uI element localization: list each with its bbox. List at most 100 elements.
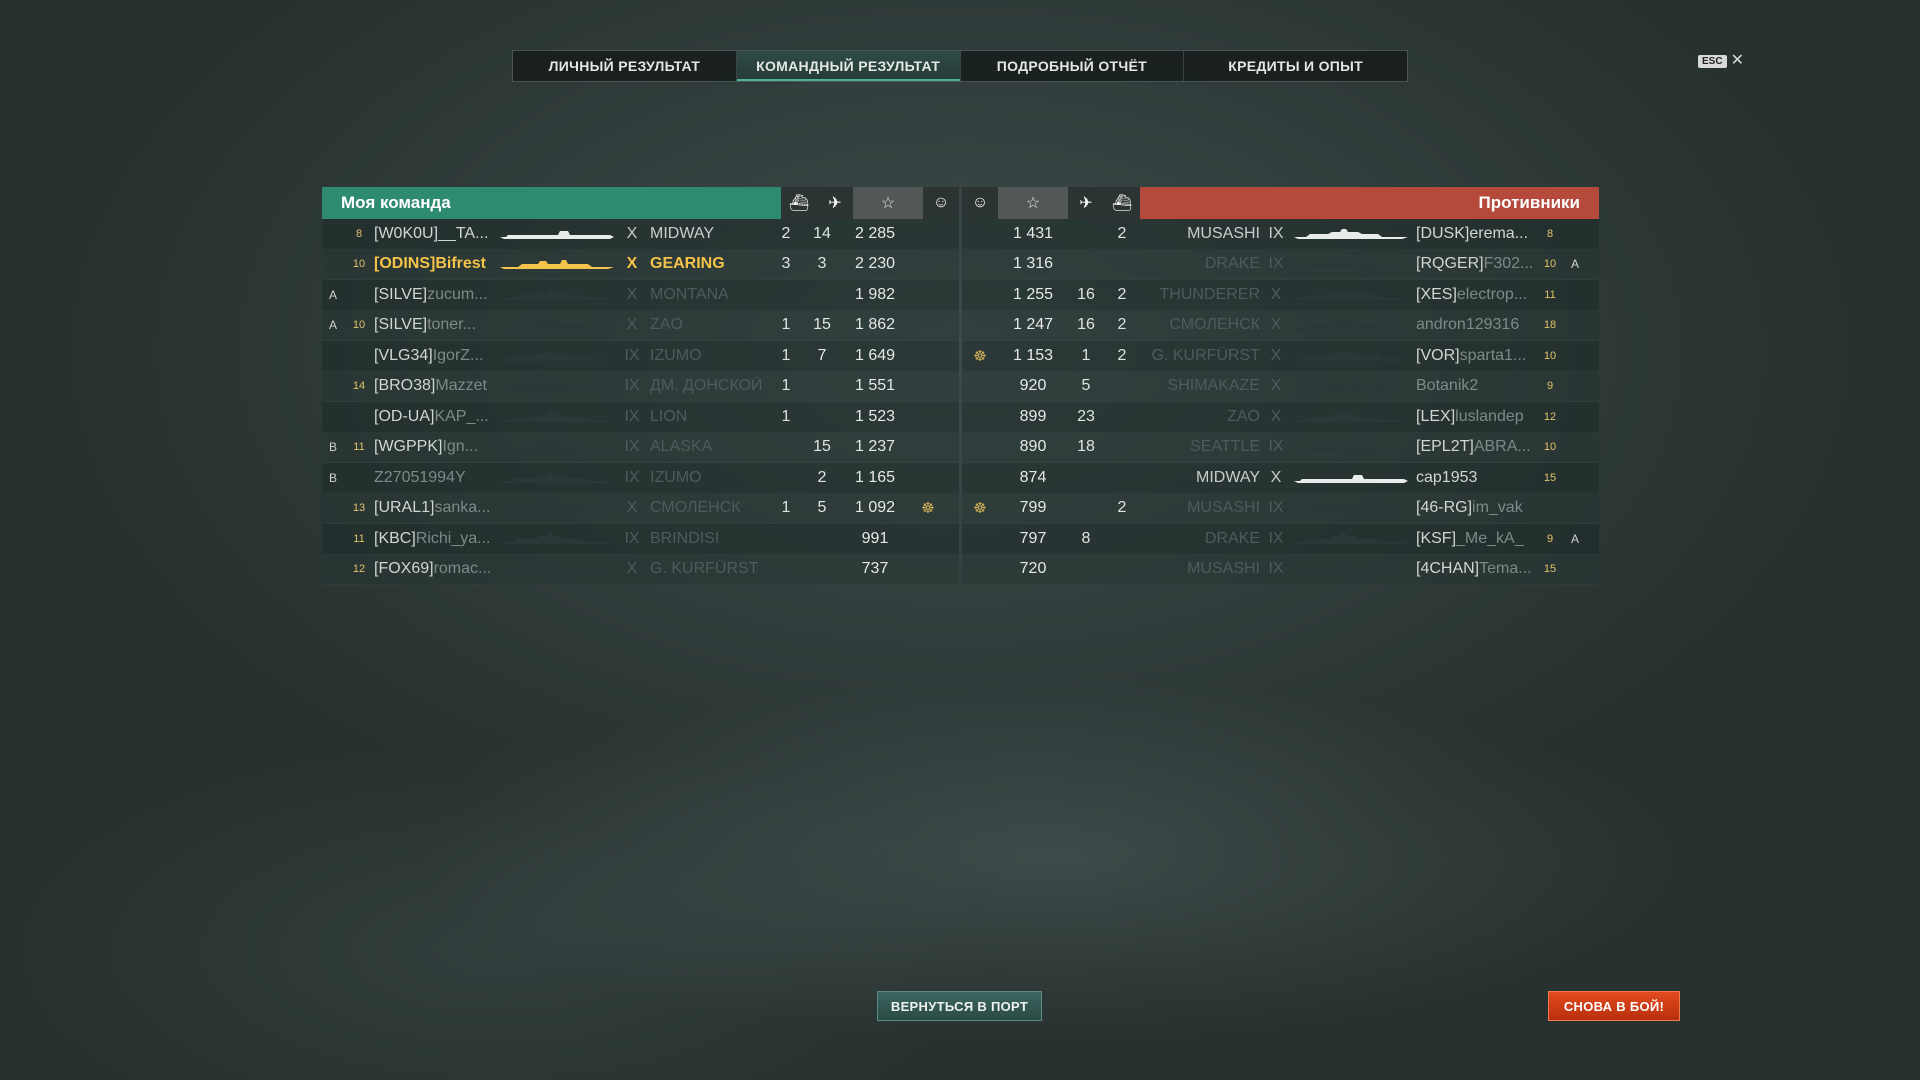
rank-badge: 12 bbox=[1543, 410, 1557, 423]
table-row[interactable]: 720 MUSASHI IX [4CHAN]Tema... 15 bbox=[962, 554, 1599, 585]
rank-badge: 10 bbox=[352, 258, 366, 271]
player-name: [VOR]sparta1... bbox=[1416, 347, 1536, 365]
rank-badge: 8 bbox=[355, 227, 363, 240]
table-row[interactable]: B Z27051994Y IX IZUMO 2 1 165 bbox=[322, 463, 959, 494]
table-row[interactable]: 899 23 ZAO X [LEX]luslandep 12 bbox=[962, 402, 1599, 433]
player-name: [ODINS]Bifrest bbox=[374, 255, 492, 273]
table-row[interactable]: 1 316 DRAKE IX [RQGER]F302... 10 A bbox=[962, 249, 1599, 280]
ship-tier: IX bbox=[624, 346, 640, 364]
rank-badge: 18 bbox=[1543, 319, 1557, 332]
player-name: [RQGER]F302... bbox=[1416, 255, 1536, 273]
rank-badge: 11 bbox=[1544, 288, 1556, 301]
score-value: 737 bbox=[861, 560, 889, 578]
rank-badge: 15 bbox=[1543, 471, 1557, 484]
ships-destroyed-count: 2 bbox=[1117, 224, 1127, 242]
player-nick: IgorZ... bbox=[432, 346, 484, 364]
clan-tag: [SILVE] bbox=[374, 316, 428, 334]
clan-tag: [KSF] bbox=[1416, 529, 1457, 547]
battle-again-button[interactable]: СНОВА В БОЙ! bbox=[1548, 991, 1680, 1021]
table-row[interactable]: ☸ 799 2 MUSASHI IX [46-RG]im_vak bbox=[962, 493, 1599, 524]
ship-silhouette-icon bbox=[492, 524, 622, 554]
clan-tag: [EPL2T] bbox=[1416, 438, 1474, 456]
player-name: andron129316 bbox=[1416, 316, 1536, 334]
rank-badge: 10 bbox=[352, 319, 366, 332]
table-row[interactable]: 11 [KBC]Richi_ya... IX BRINDISI 991 bbox=[322, 524, 959, 555]
player-name: [XES]electrop... bbox=[1416, 286, 1536, 304]
player-name: [EPL2T]ABRA... bbox=[1416, 438, 1536, 456]
table-row[interactable]: 1 247 16 2 СМОЛЕНСК Xandron129316 18 bbox=[962, 310, 1599, 341]
ship-tier: IX bbox=[1268, 438, 1284, 456]
ship-tier: X bbox=[1270, 468, 1282, 486]
rank-badge: 15 bbox=[1543, 563, 1557, 576]
tab-team-result[interactable]: КОМАНДНЫЙ РЕЗУЛЬТАТ bbox=[736, 51, 961, 81]
rank-badge: 11 bbox=[353, 441, 365, 454]
ship-name: DRAKE bbox=[1204, 255, 1260, 273]
clan-tag: [VLG34] bbox=[374, 346, 433, 364]
clan-tag: [SILVE] bbox=[374, 285, 428, 303]
clan-tag: [OD-UA] bbox=[374, 407, 435, 425]
captain-badge: A bbox=[328, 287, 337, 302]
table-row[interactable]: B 11 [WGPPK]Ign... IX ALASKA 15 1 237 bbox=[322, 432, 959, 463]
player-name: [VLG34]IgorZ... bbox=[374, 347, 492, 365]
score-value: 1 255 bbox=[1012, 285, 1054, 303]
tab-detailed-report[interactable]: ПОДРОБНЫЙ ОТЧЁТ bbox=[961, 51, 1185, 81]
table-row[interactable]: A [SILVE]zucum... X MONTANA 1 982 bbox=[322, 280, 959, 311]
player-nick: andron129316 bbox=[1416, 316, 1520, 334]
table-row[interactable]: 13 [URAL1]sanka... X СМОЛЕНСК 1 5 1 092 ☸ bbox=[322, 493, 959, 524]
player-name: [KSF]_Me_kA_ bbox=[1416, 530, 1536, 548]
enemy-team-header: ☺ ☆ ✈ ⛴ Противники bbox=[962, 187, 1599, 219]
rank-badge: 10 bbox=[1543, 441, 1557, 454]
ship-tier: IX bbox=[624, 377, 640, 395]
table-row[interactable]: 12 [FOX69]romac... X G. KURFÜRST 737 bbox=[322, 554, 959, 585]
table-row[interactable]: 890 18 SEATTLE IX [EPL2T]ABRA... 10 bbox=[962, 432, 1599, 463]
ship-silhouette-icon bbox=[1286, 280, 1416, 310]
table-row[interactable]: 797 8 DRAKE IX [KSF]_Me_kA_ 9 A bbox=[962, 524, 1599, 555]
ships-destroyed-count: 2 bbox=[1117, 346, 1127, 364]
clan-tag: [BRO38] bbox=[374, 377, 436, 395]
table-row[interactable]: 874 MIDWAY Xcap1953 15 bbox=[962, 463, 1599, 494]
table-row[interactable]: [VLG34]IgorZ... IX IZUMO 1 7 1 649 bbox=[322, 341, 959, 372]
ship-silhouette-icon bbox=[492, 219, 622, 249]
player-nick: Tema... bbox=[1479, 560, 1532, 578]
tab-personal-result[interactable]: ЛИЧНЫЙ РЕЗУЛЬТАТ bbox=[513, 51, 737, 81]
ship-tier: IX bbox=[1268, 224, 1284, 242]
ship-tier: IX bbox=[624, 468, 640, 486]
ship-silhouette-icon bbox=[492, 463, 622, 493]
player-name: [FOX69]romac... bbox=[374, 560, 492, 578]
ship-tier: IX bbox=[1268, 499, 1284, 517]
ship-silhouette-icon bbox=[492, 311, 622, 341]
captain-badge: A bbox=[1570, 257, 1579, 272]
table-row[interactable]: 1 255 16 2 THUNDERER X [XES]electrop... 11 bbox=[962, 280, 1599, 311]
planes-destroyed-count: 18 bbox=[1077, 438, 1095, 456]
my-team-title: Моя команда bbox=[341, 193, 451, 212]
clan-tag: [ODINS] bbox=[374, 255, 436, 273]
ship-name: MIDWAY bbox=[1196, 468, 1260, 486]
close-button[interactable]: ESC ✕ bbox=[1698, 53, 1744, 69]
player-nick: F302... bbox=[1483, 255, 1534, 273]
table-row[interactable]: 1 431 2 MUSASHI IX [DUSK]erema... 8 bbox=[962, 219, 1599, 250]
tab-credits-xp[interactable]: КРЕДИТЫ И ОПЫТ bbox=[1184, 51, 1407, 81]
score-value: 2 230 bbox=[854, 255, 896, 273]
table-row[interactable]: 8 [W0K0U]__TA... X MIDWAY 2 14 2 285 bbox=[322, 219, 959, 250]
ship-name: LION bbox=[650, 407, 688, 425]
clan-tag: [LEX] bbox=[1416, 407, 1456, 425]
clan-tag: [WGPPK] bbox=[374, 438, 443, 456]
player-nick: Richi_ya... bbox=[415, 529, 491, 547]
table-row[interactable]: [OD-UA]KAP_... IX LION 1 1 523 bbox=[322, 402, 959, 433]
score-value: 1 247 bbox=[1012, 316, 1054, 334]
table-row[interactable]: 14 [BRO38]Mazzet IX ДМ. ДОНСКОЙ 1 1 551 bbox=[322, 371, 959, 402]
planes-destroyed-count: 15 bbox=[813, 438, 831, 456]
my-team-list: 8 [W0K0U]__TA... X MIDWAY 2 14 2 285 10 [ODINS]B… bbox=[322, 219, 959, 585]
table-row[interactable]: 10 [ODINS]Bifrest X GEARING 3 3 2 230 bbox=[322, 249, 959, 280]
ship-tier: X bbox=[1270, 377, 1282, 395]
return-to-port-button[interactable]: ВЕРНУТЬСЯ В ПОРТ bbox=[877, 991, 1042, 1021]
ship-silhouette-icon bbox=[492, 280, 622, 310]
table-row[interactable]: 920 5 SHIMAKAZE X Botanik2 9 bbox=[962, 371, 1599, 402]
ship-name: ZAO bbox=[1227, 407, 1260, 425]
table-row[interactable]: A 10 [SILVE]toner... X ZAO 1 15 1 862 bbox=[322, 310, 959, 341]
rank-badge: 10 bbox=[1543, 349, 1557, 362]
table-row[interactable]: ☸ 1 153 1 2 G. KURFÜRST X [VOR]sparta1... 10 bbox=[962, 341, 1599, 372]
ship-silhouette-icon bbox=[492, 555, 622, 585]
score-value: 1 649 bbox=[854, 346, 896, 364]
player-name: [DUSK]erema... bbox=[1416, 225, 1536, 243]
